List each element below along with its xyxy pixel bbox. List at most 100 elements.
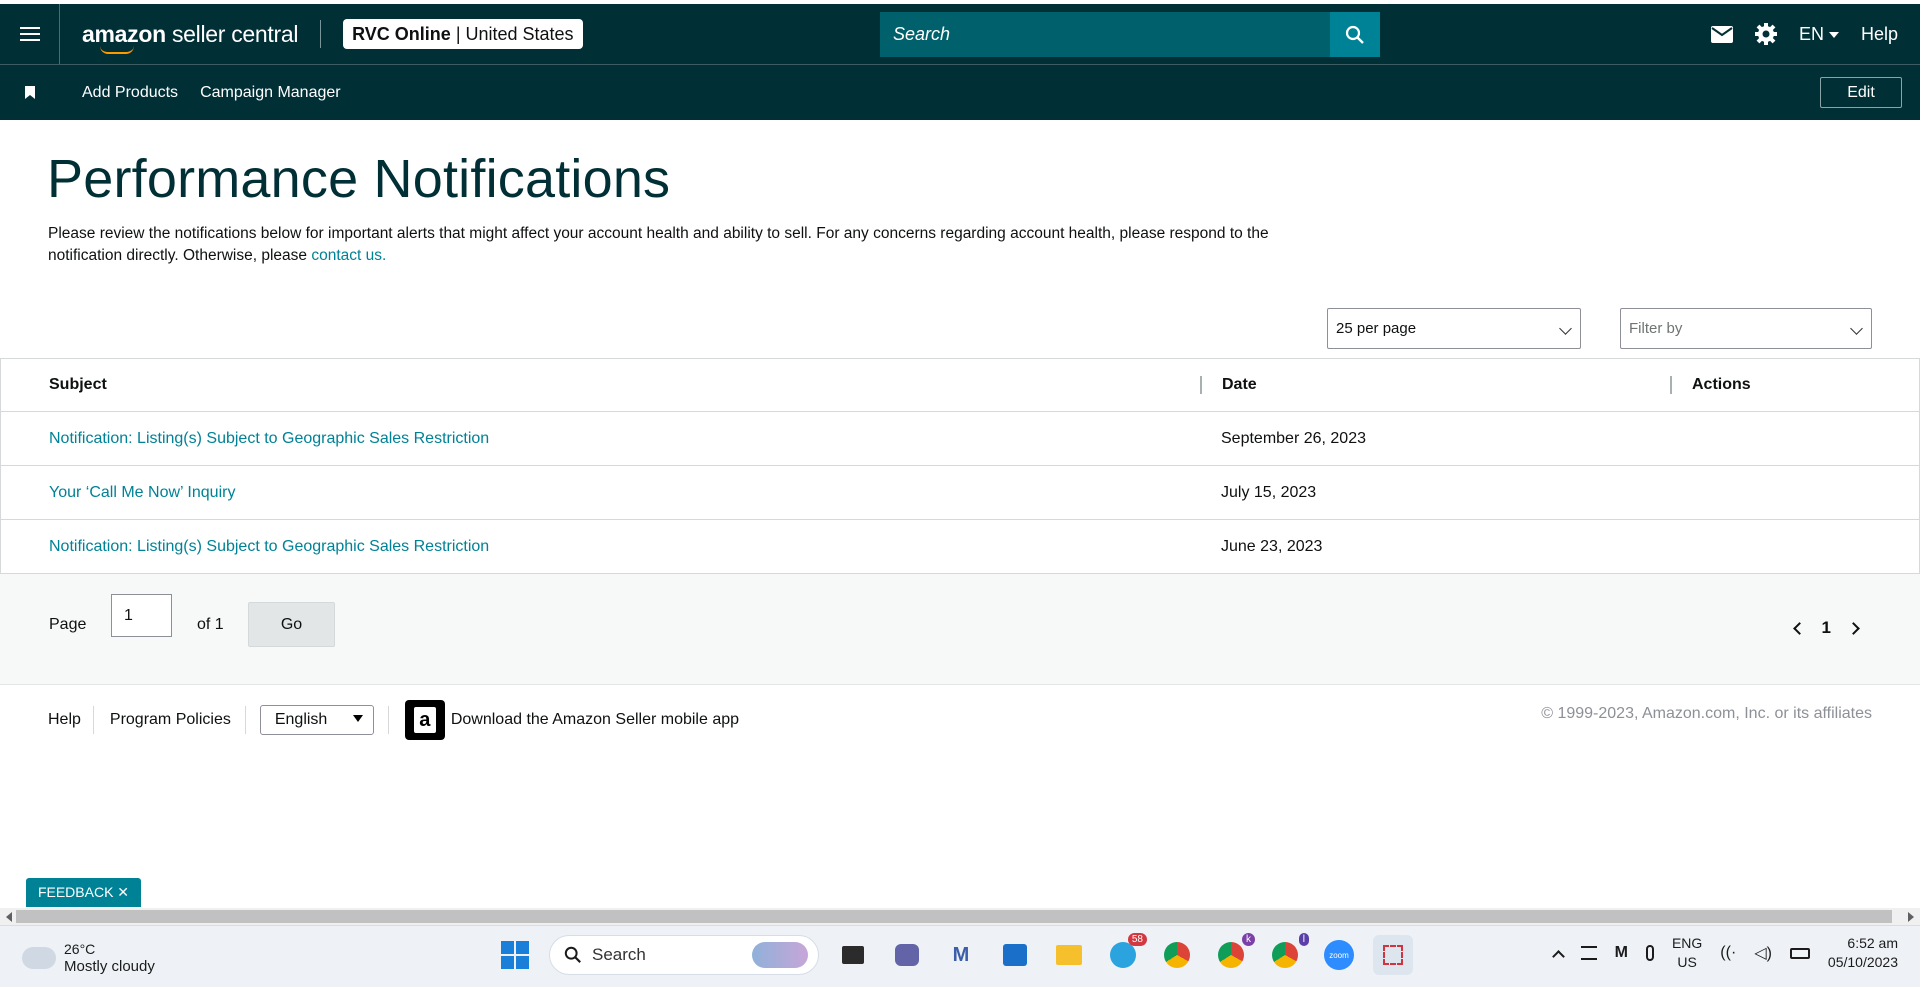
edit-nav-button[interactable]: Edit — [1820, 77, 1902, 108]
nav-add-products[interactable]: Add Products — [82, 84, 178, 102]
zoom-label: zoom — [1324, 940, 1354, 970]
next-page-icon[interactable] — [1847, 621, 1860, 635]
windows-start-icon[interactable] — [495, 935, 535, 975]
search-icon — [1345, 25, 1364, 44]
clock-date: 05/10/2023 — [1827, 954, 1898, 970]
tray-app-m-icon[interactable]: M — [1615, 944, 1628, 962]
input-language-region: US — [1677, 954, 1697, 970]
taskbar-search-label: Search — [592, 945, 646, 964]
amazon-seller-central-logo[interactable]: amazon seller central — [82, 14, 298, 54]
scroll-left-icon[interactable] — [6, 912, 12, 922]
input-language[interactable]: ENG US — [1672, 934, 1702, 972]
go-button[interactable]: Go — [248, 602, 335, 647]
weather-description: Mostly cloudy — [64, 958, 155, 975]
header-actions-label: Actions — [1670, 376, 1920, 394]
microsoft-store-icon[interactable] — [995, 935, 1035, 975]
telegram-badge: 58 — [1127, 933, 1147, 946]
page-intro: Please review the notifications below fo… — [48, 223, 1298, 267]
telegram-icon[interactable]: 58 — [1103, 933, 1147, 975]
scrollbar-thumb[interactable] — [16, 910, 1892, 923]
teams-chat-icon[interactable] — [887, 935, 927, 975]
row-subject-cell: Notification: Listing(s) Subject to Geog… — [0, 519, 1200, 574]
chrome-profile-icon[interactable]: l — [1265, 933, 1309, 975]
scroll-right-icon[interactable] — [1908, 912, 1914, 922]
notification-link[interactable]: Your ‘Call Me Now’ Inquiry — [49, 484, 235, 501]
store-selector[interactable]: RVC Online | United States — [343, 19, 583, 49]
contact-us-link[interactable]: contact us. — [311, 247, 386, 264]
pagination-bar: Page 1 of 1 Go 1 — [0, 574, 1920, 685]
footer-divider — [387, 706, 389, 734]
taskbar-search[interactable]: Search — [549, 935, 819, 975]
partly-cloudy-icon — [20, 939, 56, 969]
horizontal-scrollbar[interactable] — [0, 908, 1920, 925]
amazon-app-icon[interactable]: a — [404, 700, 445, 740]
footer-divider — [92, 706, 94, 734]
tray-app-icon[interactable] — [1580, 946, 1597, 960]
footer-help-link[interactable]: Help — [48, 711, 81, 729]
filter-by-select[interactable]: Filter by — [1620, 308, 1872, 349]
language-selector[interactable]: EN — [1799, 24, 1839, 45]
page-title: Performance Notifications — [47, 149, 671, 209]
row-date: June 23, 2023 — [1200, 519, 1670, 574]
settings-gear-icon[interactable] — [1754, 23, 1777, 45]
program-policies-link[interactable]: Program Policies — [110, 711, 231, 729]
taskbar-apps: Search M 58 k l zoom — [495, 933, 1413, 975]
bookmark-icon[interactable] — [0, 86, 60, 99]
dropdown-arrow-icon — [352, 715, 363, 722]
task-view-icon[interactable] — [833, 935, 873, 975]
intro-text: Please review the notifications below fo… — [48, 225, 1269, 264]
file-explorer-icon[interactable] — [1049, 935, 1089, 975]
store-name: RVC Online — [352, 23, 451, 44]
logo-seller-central-text: seller central — [171, 20, 299, 47]
clock-time: 6:52 am — [1847, 935, 1898, 951]
snipping-tool-icon[interactable] — [1373, 935, 1413, 975]
header-date[interactable]: Date — [1200, 358, 1670, 412]
clock[interactable]: 6:52 am 05/10/2023 — [1828, 934, 1898, 972]
chrome-profile-badge: k — [1242, 933, 1255, 946]
row-date: July 15, 2023 — [1200, 465, 1670, 520]
microphone-icon[interactable] — [1645, 945, 1654, 961]
battery-icon[interactable] — [1789, 947, 1810, 959]
feedback-button[interactable]: FEEDBACK ✕ — [26, 878, 141, 907]
help-link[interactable]: Help — [1861, 24, 1898, 45]
table-row: Your ‘Call Me Now’ Inquiry July 15, 2023 — [0, 465, 1920, 520]
chrome-profile-badge: l — [1298, 933, 1309, 946]
amazon-smile-icon — [100, 46, 134, 54]
wifi-icon[interactable]: ((· — [1720, 944, 1736, 962]
chrome-profile-icon[interactable]: k — [1211, 933, 1255, 975]
copyright-text: © 1999-2023, Amazon.com, Inc. or its aff… — [1541, 705, 1872, 722]
notification-link[interactable]: Notification: Listing(s) Subject to Geog… — [49, 430, 489, 447]
table-row: Notification: Listing(s) Subject to Geog… — [0, 519, 1920, 574]
chrome-icon[interactable] — [1157, 935, 1197, 975]
app-icon-m[interactable]: M — [941, 935, 981, 975]
search-icon — [564, 946, 581, 963]
per-page-value: 25 per page — [1336, 320, 1417, 337]
hamburger-menu-icon[interactable] — [0, 4, 60, 64]
nav-campaign-manager[interactable]: Campaign Manager — [200, 84, 341, 102]
table-row: Notification: Listing(s) Subject to Geog… — [0, 411, 1920, 466]
page-number-input[interactable]: 1 — [111, 594, 172, 637]
volume-icon[interactable]: ◁) — [1754, 943, 1772, 963]
footer-language-select[interactable]: English — [259, 705, 374, 735]
chevron-up-icon[interactable] — [1551, 949, 1565, 963]
input-language-code: ENG — [1671, 935, 1703, 951]
current-page-number[interactable]: 1 — [1822, 618, 1831, 638]
previous-page-icon[interactable] — [1792, 621, 1806, 635]
zoom-icon[interactable]: zoom — [1319, 935, 1359, 975]
notification-link[interactable]: Notification: Listing(s) Subject to Geog… — [49, 538, 489, 555]
weather-temperature: 26°C — [64, 941, 96, 957]
mail-icon[interactable] — [1710, 25, 1733, 43]
download-app-link[interactable]: Download the Amazon Seller mobile app — [451, 711, 739, 729]
search-button[interactable] — [1330, 12, 1380, 57]
store-country: United States — [465, 23, 574, 44]
per-page-select[interactable]: 25 per page — [1327, 308, 1581, 349]
weather-widget[interactable]: 26°C Mostly cloudy — [20, 939, 155, 976]
chevron-down-icon — [1850, 322, 1863, 335]
header-subject[interactable]: Subject — [0, 358, 1200, 412]
search-input[interactable]: Search — [880, 12, 1330, 57]
page-label: Page — [49, 616, 87, 633]
header-actions: Actions — [1670, 358, 1920, 412]
logo-amazon-text: amazon — [82, 20, 166, 47]
notifications-table: Subject Date Actions Notification: Listi… — [0, 358, 1920, 574]
chevron-down-icon — [1559, 322, 1572, 335]
